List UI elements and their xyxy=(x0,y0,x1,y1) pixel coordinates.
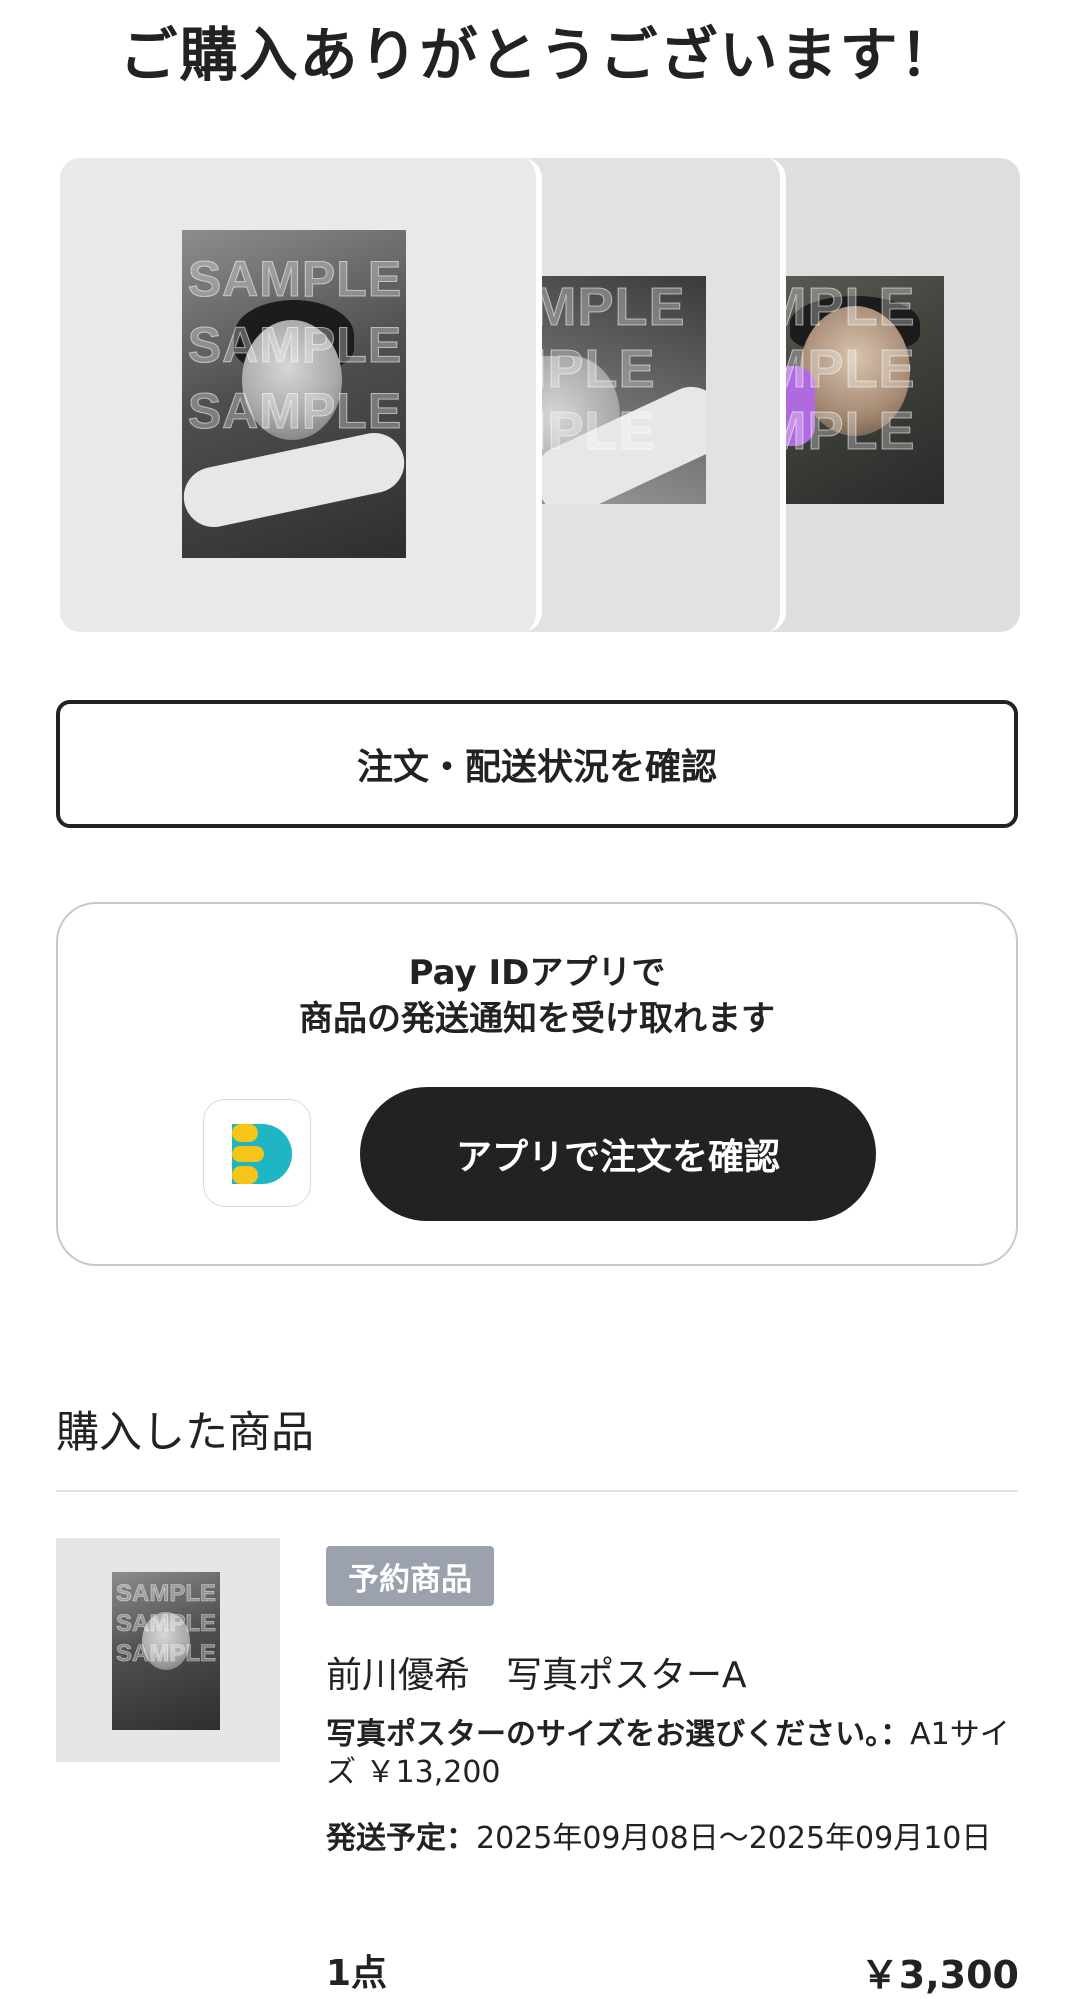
product-option: 写真ポスターのサイズをお選びください。：A1サイズ ￥13,200 xyxy=(326,1716,1026,1792)
item-price: ￥3,300 xyxy=(860,1953,1019,1997)
sample-watermark: SAMPLE xyxy=(780,277,916,338)
product-photo: SAMPLE SAMPLE SAMPLE xyxy=(182,230,406,558)
sample-watermark: SAMPLE xyxy=(540,339,656,400)
open-app-order-button[interactable]: アプリで注文を確認 xyxy=(360,1087,876,1221)
carousel-card-1[interactable]: SAMPLE SAMPLE SAMPLE xyxy=(60,158,542,632)
product-image-carousel[interactable]: SAMPLE SAMPLE SAMPLE SAMPLE SAMPLE SAMPL… xyxy=(0,155,1079,635)
app-promo-card: Pay IDアプリで 商品の発送通知を受け取れます アプリで注文を確認 xyxy=(56,902,1018,1266)
sample-watermark: SAMPLE xyxy=(187,251,403,308)
product-photo: SAMPLE SAMPLE SAMPLE xyxy=(780,276,944,504)
sample-watermark: SAMPLE xyxy=(780,339,916,400)
purchased-items-heading: 購入した商品 xyxy=(56,1408,314,1458)
app-promo-line2: 商品の発送通知を受け取れます xyxy=(299,999,775,1039)
app-promo-text: Pay IDアプリで 商品の発送通知を受け取れます xyxy=(58,950,1016,1042)
sample-watermark: SAMPLE xyxy=(187,383,403,440)
sample-watermark: SAMPLE xyxy=(187,317,403,374)
preorder-badge: 予約商品 xyxy=(326,1546,494,1606)
sample-watermark: SAMPLE xyxy=(780,401,916,462)
option-label: 写真ポスターのサイズをお選びください。： xyxy=(326,1717,911,1752)
product-thumbnail[interactable]: SAMPLE SAMPLE SAMPLE xyxy=(56,1538,280,1762)
ship-value: 2025年09月08日〜2025年09月10日 xyxy=(476,1821,992,1856)
item-quantity: 1点 xyxy=(326,1953,388,1994)
section-divider xyxy=(56,1490,1018,1492)
shipping-schedule: 発送予定：2025年09月08日〜2025年09月10日 xyxy=(326,1820,1006,1858)
sample-watermark: SAMPLE xyxy=(115,1640,217,1668)
product-photo: SAMPLE SAMPLE SAMPLE xyxy=(540,276,706,504)
pay-id-app-icon[interactable] xyxy=(203,1099,311,1207)
sample-watermark: SAMPLE xyxy=(115,1580,217,1608)
sample-watermark: SAMPLE xyxy=(540,401,656,462)
ship-label: 発送予定： xyxy=(326,1821,476,1856)
page-title: ご購入ありがとうございます！ xyxy=(119,21,960,89)
product-name: 前川優希 写真ポスターA xyxy=(326,1655,747,1696)
sample-watermark: SAMPLE xyxy=(540,277,686,338)
order-status-button[interactable]: 注文・配送状況を確認 xyxy=(56,700,1018,828)
sample-watermark: SAMPLE xyxy=(115,1610,217,1638)
app-promo-line1: Pay IDアプリで xyxy=(408,953,666,993)
